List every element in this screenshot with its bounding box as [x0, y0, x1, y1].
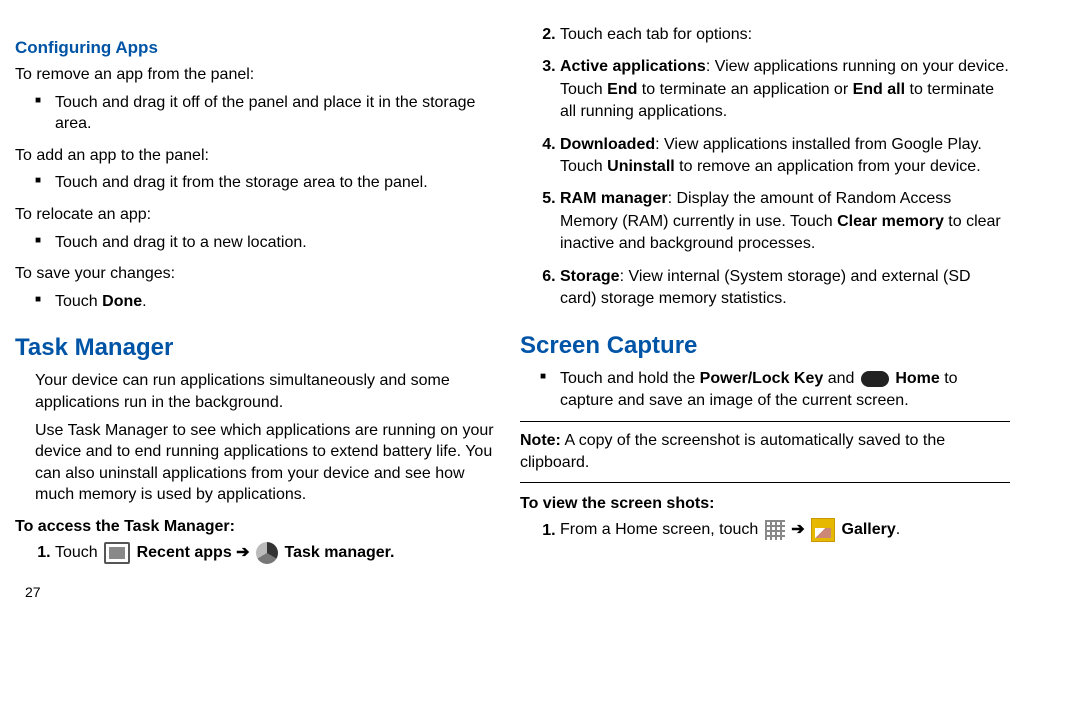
text-add-intro: To add an app to the panel: — [15, 145, 495, 167]
heading-configuring-apps: Configuring Apps — [15, 38, 495, 58]
text-fragment: Touch — [55, 544, 102, 561]
arrow-icon: ➔ — [791, 522, 804, 539]
text-gallery: Gallery — [837, 522, 896, 539]
text-end-all: End all — [853, 81, 905, 98]
right-column: Touch each tab for options: Active appli… — [510, 0, 1040, 600]
text-power-lock: Power/Lock Key — [700, 370, 824, 387]
text-fragment: . — [142, 293, 146, 310]
text-storage: Storage — [560, 268, 620, 285]
step-2: Touch each tab for options: — [560, 24, 1010, 46]
recent-apps-icon — [104, 542, 130, 564]
text-downloaded: Downloaded — [560, 136, 655, 153]
divider — [520, 482, 1010, 483]
text-fragment: Touch and hold the — [560, 370, 700, 387]
subheading-access-tm: To access the Task Manager: — [15, 516, 495, 538]
manual-page: Configuring Apps To remove an app from t… — [0, 0, 1080, 600]
text-fragment: : View internal (System storage) and ext… — [560, 268, 971, 307]
heading-screen-capture: Screen Capture — [520, 332, 1010, 360]
text-uninstall: Uninstall — [607, 158, 675, 175]
gallery-icon — [811, 518, 835, 542]
step-access-tm-1: Touch Recent apps ➔ Task manager. — [55, 542, 495, 565]
arrow-icon: ➔ — [236, 544, 249, 561]
text-fragment: and — [823, 370, 859, 387]
subheading-view-shots: To view the screen shots: — [520, 493, 1010, 515]
text-recent-apps: Recent apps — [132, 544, 236, 561]
divider — [520, 421, 1010, 422]
text-active-apps: Active applications — [560, 58, 706, 75]
text-home: Home — [891, 370, 940, 387]
text-end: End — [607, 81, 637, 98]
text-fragment: A copy of the screenshot is automaticall… — [520, 432, 945, 471]
step-4: Downloaded: View applications installed … — [560, 134, 1010, 179]
heading-task-manager: Task Manager — [15, 334, 495, 362]
text-relocate-bullet: Touch and drag it to a new location. — [15, 232, 495, 254]
bullet-screen-capture: Touch and hold the Power/Lock Key and Ho… — [520, 368, 1010, 411]
text-remove-bullet: Touch and drag it off of the panel and p… — [15, 92, 495, 135]
text-tm-p1: Your device can run applications simulta… — [35, 370, 495, 413]
text-fragment: to terminate an application or — [637, 81, 852, 98]
text-relocate-intro: To relocate an app: — [15, 204, 495, 226]
text-fragment: Touch — [55, 293, 102, 310]
home-key-icon — [861, 371, 889, 387]
task-manager-icon — [256, 542, 278, 564]
text-task-manager: Task manager. — [280, 544, 394, 561]
page-number: 27 — [25, 584, 495, 600]
text-save-intro: To save your changes: — [15, 263, 495, 285]
note-label: Note: — [520, 432, 561, 449]
text-tm-p2: Use Task Manager to see which applicatio… — [35, 420, 495, 506]
text-done-bold: Done — [102, 293, 142, 310]
step-6: Storage: View internal (System storage) … — [560, 266, 1010, 311]
apps-grid-icon — [765, 520, 785, 540]
step-view-1: From a Home screen, touch ➔ Gallery. — [560, 518, 1010, 542]
note-text: Note: A copy of the screenshot is automa… — [520, 430, 1010, 473]
text-ram-manager: RAM manager — [560, 190, 668, 207]
step-5: RAM manager: Display the amount of Rando… — [560, 188, 1010, 255]
left-column: Configuring Apps To remove an app from t… — [0, 0, 510, 600]
text-clear-memory: Clear memory — [837, 213, 944, 230]
text-fragment: to remove an application from your devic… — [675, 158, 981, 175]
text-fragment: . — [896, 522, 900, 539]
step-3: Active applications: View applications r… — [560, 56, 1010, 123]
text-fragment: From a Home screen, touch — [560, 522, 763, 539]
text-add-bullet: Touch and drag it from the storage area … — [15, 172, 495, 194]
text-remove-intro: To remove an app from the panel: — [15, 64, 495, 86]
text-save-bullet: Touch Done. — [15, 291, 495, 313]
